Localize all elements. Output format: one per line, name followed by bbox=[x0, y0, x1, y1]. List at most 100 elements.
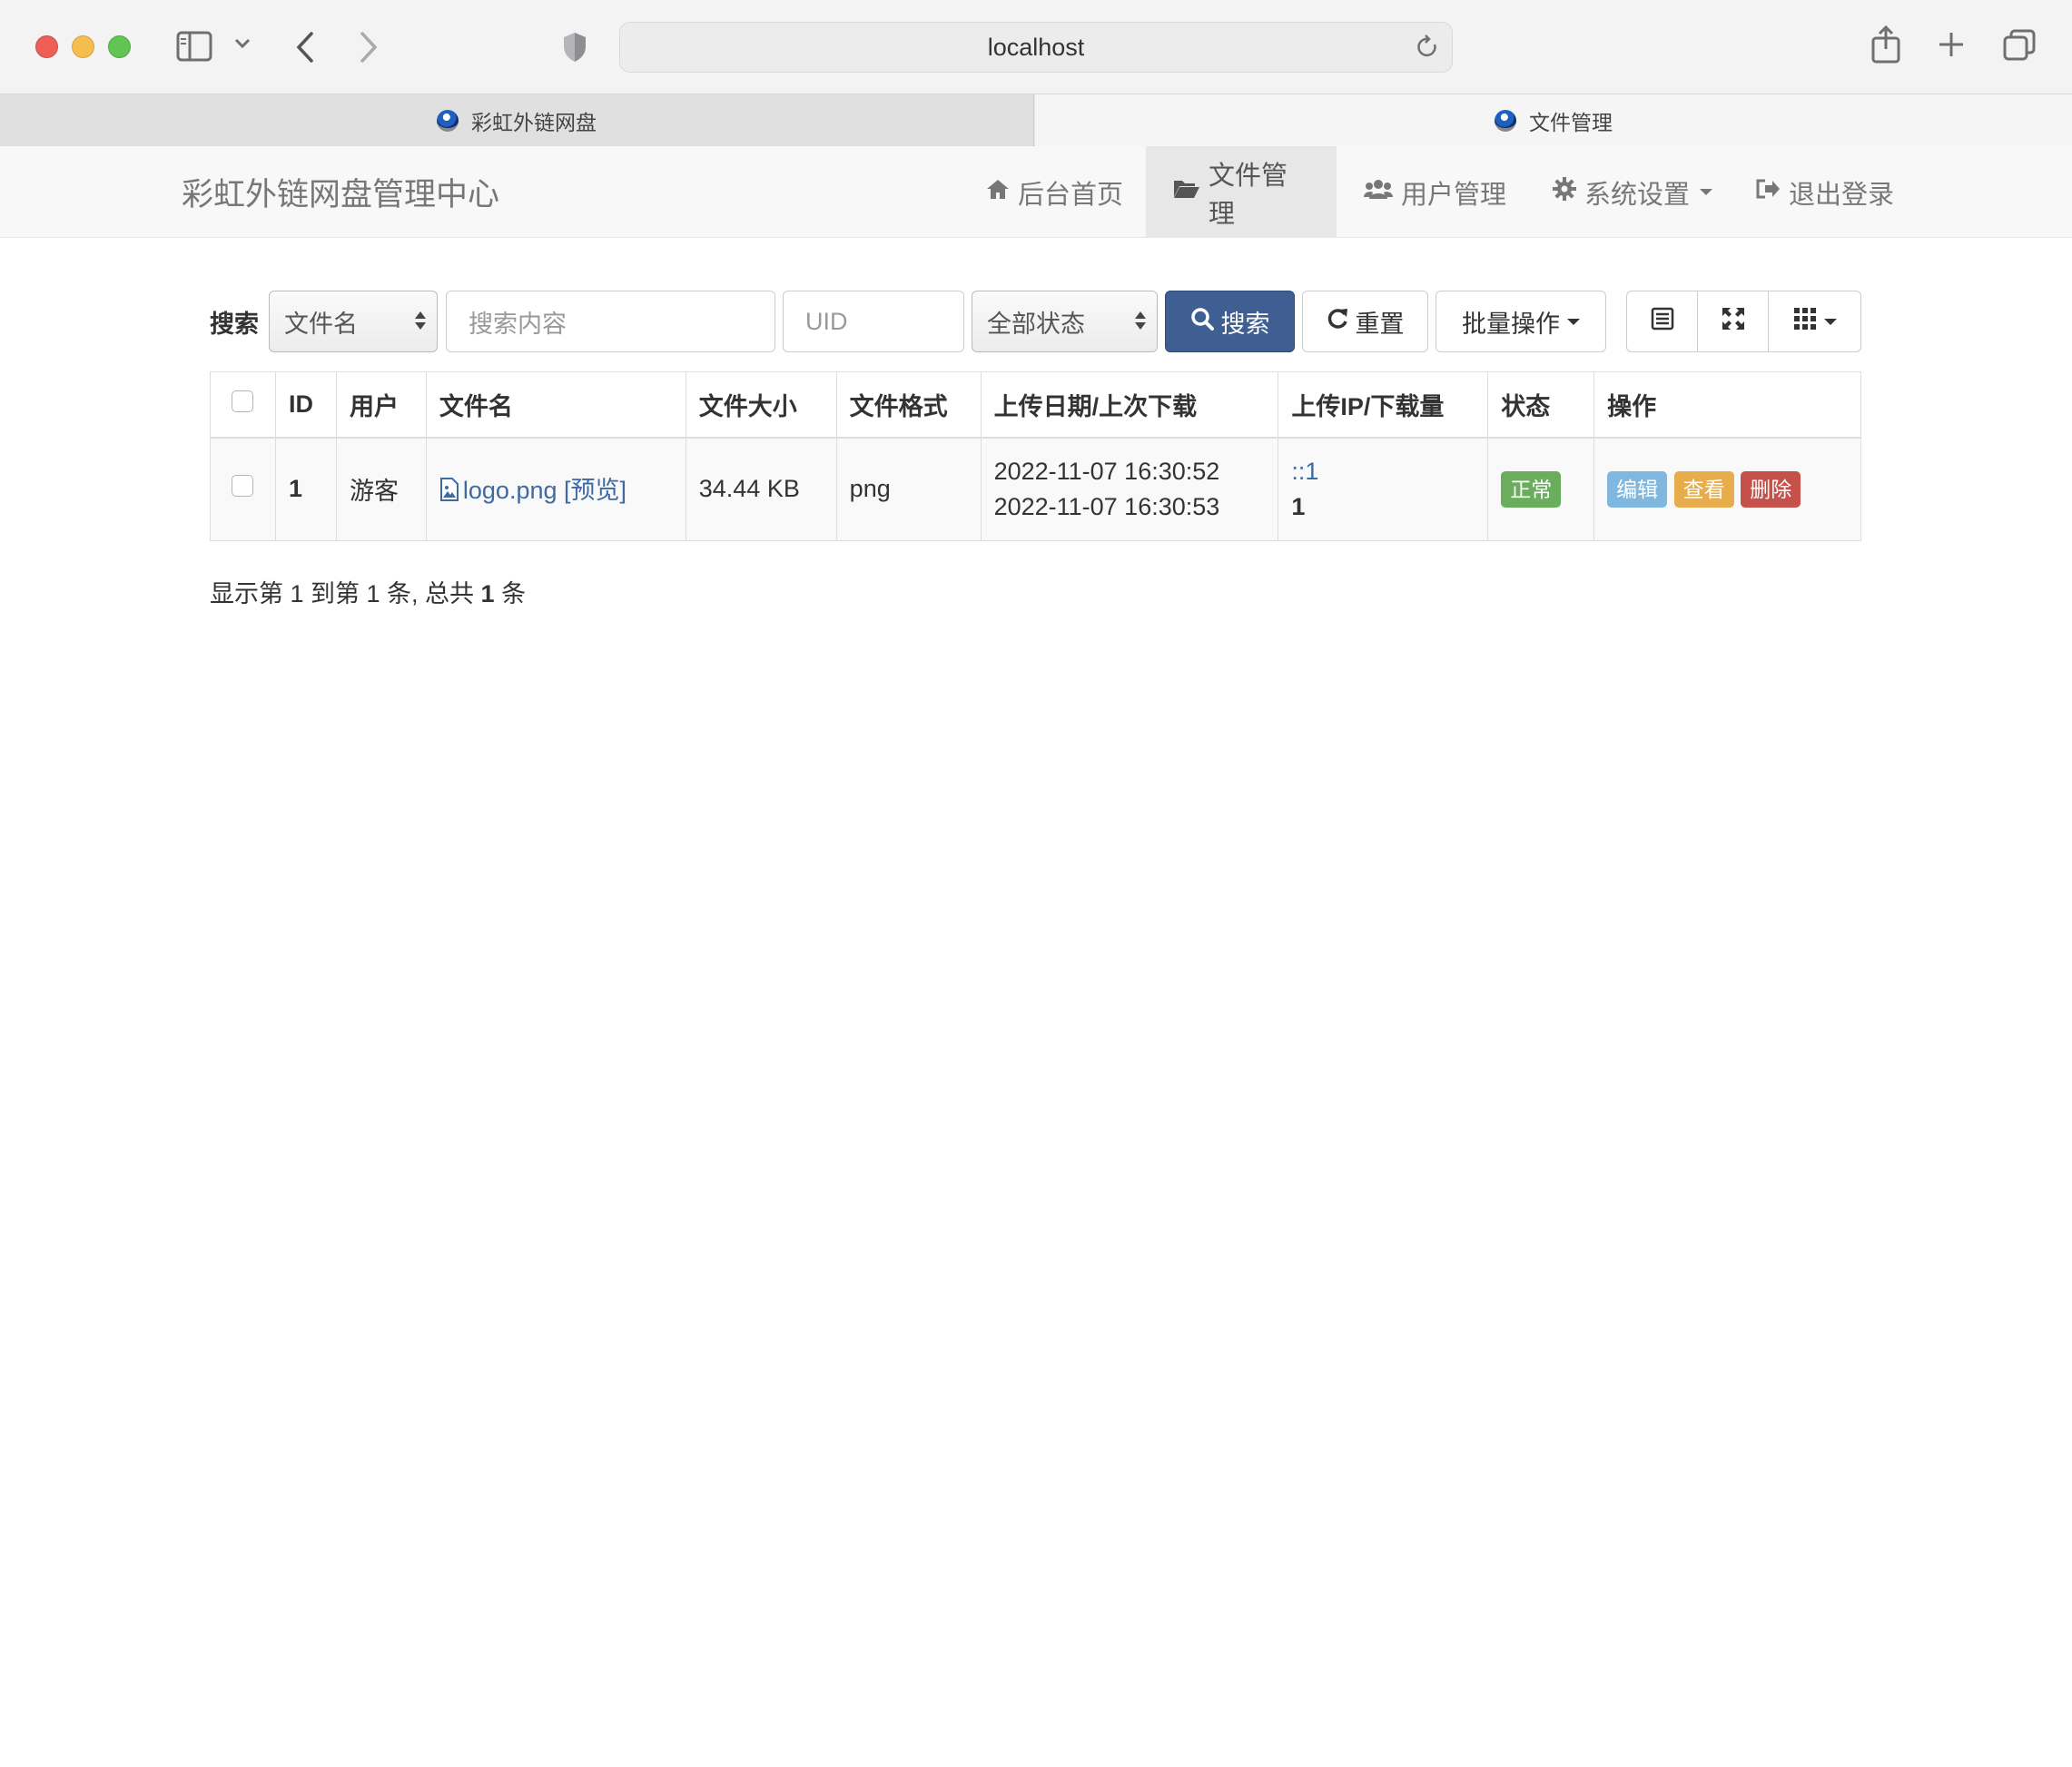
search-button[interactable]: 搜索 bbox=[1165, 291, 1295, 352]
upload-date: 2022-11-07 16:30:52 bbox=[993, 457, 1220, 485]
cell-size: 34.44 KB bbox=[685, 437, 837, 541]
browser-tab-1[interactable]: 彩虹外链网盘 bbox=[0, 94, 1034, 146]
caret-down-icon bbox=[1567, 318, 1580, 325]
table-header-row: ID 用户 文件名 文件大小 文件格式 上传日期/上次下载 上传IP/下载量 状… bbox=[210, 371, 1861, 439]
tab-title: 彩虹外链网盘 bbox=[471, 110, 597, 134]
column-header-id[interactable]: ID bbox=[274, 371, 337, 439]
url-text: localhost bbox=[987, 33, 1085, 61]
cell-filename: logo.png [预览] bbox=[425, 437, 686, 541]
search-icon bbox=[1190, 307, 1214, 337]
close-window-button[interactable] bbox=[35, 35, 58, 58]
column-header-ip-downloads[interactable]: 上传IP/下载量 bbox=[1278, 371, 1489, 439]
privacy-shield-icon[interactable] bbox=[562, 31, 587, 64]
nav-label: 文件管理 bbox=[1209, 161, 1288, 229]
filename-link[interactable]: logo.png bbox=[463, 477, 557, 504]
forward-arrow-icon[interactable] bbox=[358, 31, 380, 64]
cell-dates: 2022-11-07 16:30:52 2022-11-07 16:30:53 bbox=[980, 437, 1279, 541]
share-icon[interactable] bbox=[1870, 25, 1901, 64]
fullscreen-button[interactable] bbox=[1697, 291, 1769, 352]
chevron-down-icon[interactable] bbox=[234, 38, 251, 49]
nav-dashboard[interactable]: 后台首页 bbox=[959, 146, 1150, 238]
toggle-view-button[interactable] bbox=[1626, 291, 1698, 352]
tab-overview-icon[interactable] bbox=[2003, 29, 2036, 62]
folder-open-icon bbox=[1173, 177, 1200, 207]
browser-tab-2[interactable]: 文件管理 bbox=[1035, 94, 2072, 146]
select-arrows-icon bbox=[415, 311, 426, 330]
fullscreen-icon bbox=[1721, 306, 1746, 338]
tab-title: 文件管理 bbox=[1529, 110, 1613, 134]
batch-actions-button[interactable]: 批量操作 bbox=[1436, 291, 1606, 352]
row-select-cell bbox=[210, 437, 276, 541]
columns-toggle-button[interactable] bbox=[1768, 291, 1861, 352]
users-icon bbox=[1364, 177, 1393, 207]
search-label: 搜索 bbox=[210, 310, 259, 338]
image-file-icon bbox=[439, 478, 459, 508]
browser-toolbar: localhost bbox=[0, 0, 2072, 94]
column-header-format[interactable]: 文件格式 bbox=[835, 371, 982, 439]
app-navbar: 彩虹外链网盘管理中心 后台首页 文件管理 用户管理 系统设置 退出登录 bbox=[0, 146, 2072, 238]
caret-down-icon bbox=[1700, 189, 1713, 195]
reset-button[interactable]: 重置 bbox=[1302, 291, 1428, 352]
uid-input[interactable]: UID bbox=[783, 291, 964, 352]
search-button-label: 搜索 bbox=[1220, 310, 1270, 338]
reload-icon[interactable] bbox=[1416, 34, 1439, 67]
select-all-cell bbox=[210, 371, 276, 439]
search-keyword-input[interactable]: 搜索内容 bbox=[446, 291, 775, 352]
brand-title[interactable]: 彩虹外链网盘管理中心 bbox=[182, 146, 499, 238]
column-header-size[interactable]: 文件大小 bbox=[685, 371, 837, 439]
column-header-user[interactable]: 用户 bbox=[335, 371, 427, 439]
home-icon bbox=[986, 177, 1010, 207]
pagination-total: 1 bbox=[480, 580, 495, 607]
select-arrows-icon bbox=[1135, 311, 1146, 330]
cell-actions: 编辑 查看 删除 bbox=[1593, 437, 1861, 541]
upload-ip-link[interactable]: ::1 bbox=[1291, 458, 1475, 486]
minimize-window-button[interactable] bbox=[72, 35, 94, 58]
column-header-dates[interactable]: 上传日期/上次下载 bbox=[980, 371, 1279, 439]
select-value: 文件名 bbox=[284, 310, 358, 338]
nav-file-management[interactable]: 文件管理 bbox=[1146, 146, 1337, 238]
column-header-actions: 操作 bbox=[1593, 371, 1861, 439]
file-table: ID 用户 文件名 文件大小 文件格式 上传日期/上次下载 上传IP/下载量 状… bbox=[210, 371, 1861, 541]
nav-label: 系统设置 bbox=[1584, 180, 1691, 210]
row-checkbox[interactable] bbox=[232, 475, 254, 498]
search-field-select[interactable]: 文件名 bbox=[269, 291, 438, 352]
edit-button[interactable]: 编辑 bbox=[1607, 470, 1668, 508]
nav-system-settings[interactable]: 系统设置 bbox=[1525, 146, 1740, 238]
zoom-window-button[interactable] bbox=[108, 35, 131, 58]
nav-logout[interactable]: 退出登录 bbox=[1728, 146, 1921, 238]
address-bar[interactable]: localhost bbox=[619, 22, 1453, 73]
pagination-prefix: 显示第 1 到第 1 条, 总共 bbox=[210, 580, 481, 607]
cell-status: 正常 bbox=[1487, 437, 1595, 541]
new-tab-plus-icon[interactable] bbox=[1938, 31, 1965, 58]
keyword-placeholder: 搜索内容 bbox=[469, 310, 567, 338]
pagination-suffix: 条 bbox=[494, 580, 527, 607]
nav-label: 后台首页 bbox=[1018, 180, 1124, 210]
reset-button-label: 重置 bbox=[1355, 310, 1405, 338]
list-view-icon bbox=[1651, 307, 1674, 337]
nav-label: 退出登录 bbox=[1789, 180, 1895, 210]
cell-user: 游客 bbox=[335, 437, 427, 541]
back-arrow-icon[interactable] bbox=[294, 31, 316, 64]
gear-icon bbox=[1553, 176, 1576, 208]
status-select[interactable]: 全部状态 bbox=[972, 291, 1158, 352]
nav-label: 用户管理 bbox=[1401, 180, 1507, 210]
table-row: 1 游客 logo.png [预览] 34.44 KB png 2022-11-… bbox=[210, 437, 1861, 541]
delete-button[interactable]: 删除 bbox=[1741, 470, 1801, 508]
column-header-filename[interactable]: 文件名 bbox=[425, 371, 686, 439]
cell-format: png bbox=[835, 437, 982, 541]
view-button[interactable]: 查看 bbox=[1673, 470, 1734, 508]
pagination-info: 显示第 1 到第 1 条, 总共 1 条 bbox=[210, 574, 526, 609]
sidebar-toggle-icon[interactable] bbox=[176, 31, 212, 62]
status-badge: 正常 bbox=[1501, 470, 1562, 508]
cell-ip-downloads: ::1 1 bbox=[1278, 437, 1489, 541]
batch-button-label: 批量操作 bbox=[1462, 310, 1560, 338]
refresh-icon bbox=[1327, 307, 1348, 337]
tab-bar: 彩虹外链网盘 文件管理 bbox=[0, 94, 2072, 146]
favicon-icon bbox=[437, 109, 459, 132]
preview-link[interactable]: [预览] bbox=[564, 477, 627, 504]
nav-user-management[interactable]: 用户管理 bbox=[1337, 146, 1534, 238]
column-header-status[interactable]: 状态 bbox=[1487, 371, 1595, 439]
uid-placeholder: UID bbox=[805, 307, 848, 335]
select-all-checkbox[interactable] bbox=[232, 390, 254, 412]
last-download-date: 2022-11-07 16:30:53 bbox=[993, 492, 1220, 520]
